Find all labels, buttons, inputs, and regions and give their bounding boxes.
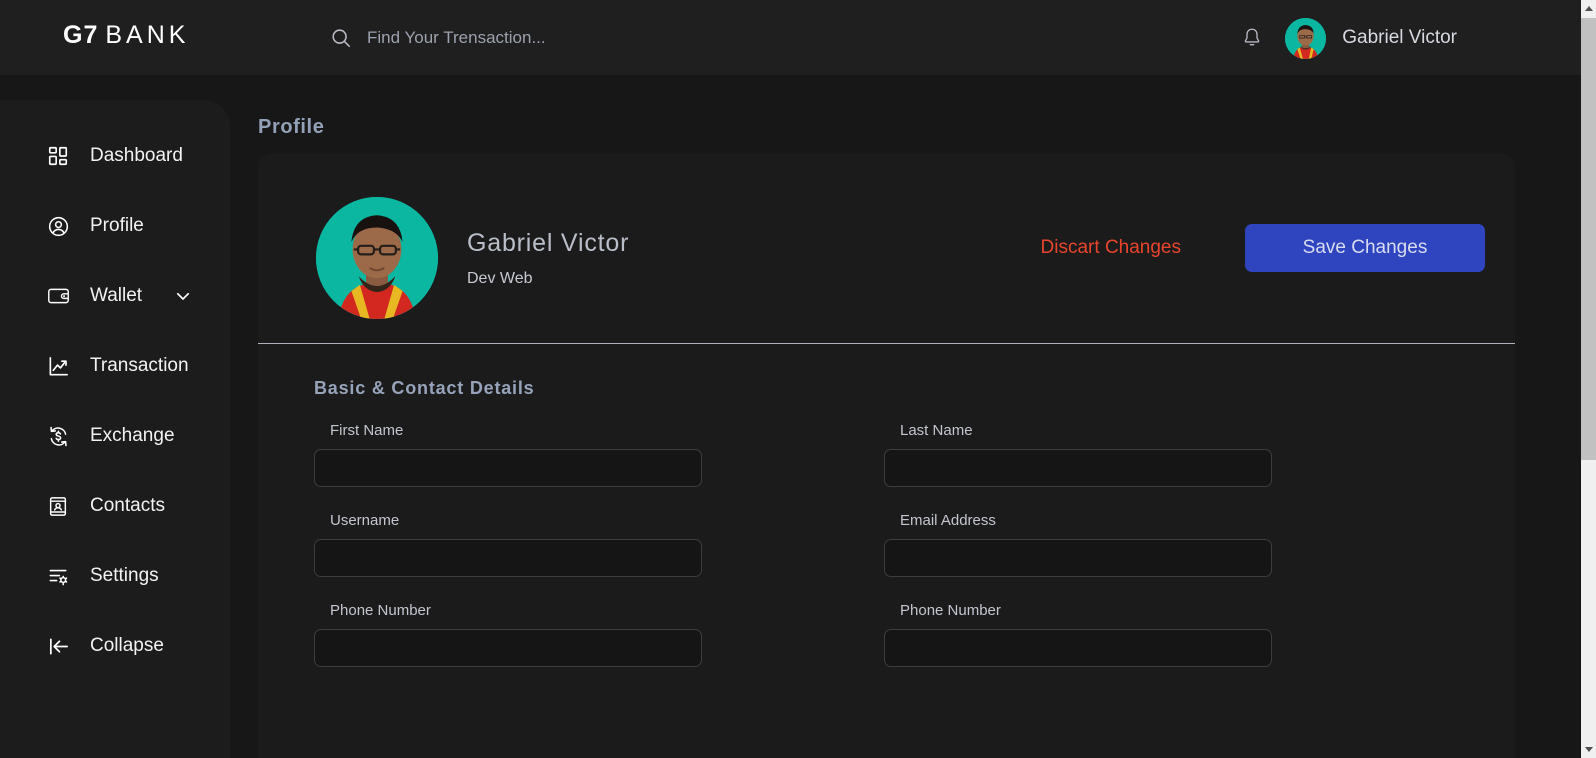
user-circle-icon: [46, 214, 70, 238]
sidebar-item-label: Wallet: [90, 285, 143, 306]
brand-mark: G7: [63, 21, 99, 49]
profile-avatar-image: [316, 197, 438, 319]
page-title: Profile: [258, 116, 325, 138]
field-label: Phone Number: [900, 602, 1001, 619]
sidebar-item-settings[interactable]: Settings: [0, 550, 230, 602]
email-address-input[interactable]: [884, 539, 1272, 577]
discard-changes-button[interactable]: Discart Changes: [1031, 229, 1191, 267]
scrollbar-down-arrow-icon[interactable]: [1581, 741, 1596, 758]
sidebar-item-exchange[interactable]: Exchange: [0, 410, 230, 462]
brand-logo[interactable]: G7 BANK: [63, 21, 189, 50]
sliders-gear-icon: [46, 564, 70, 588]
save-changes-button[interactable]: Save Changes: [1245, 224, 1485, 272]
contact-card-icon: [46, 494, 70, 518]
first-name-input[interactable]: [314, 449, 702, 487]
page-scrollbar[interactable]: [1581, 0, 1596, 758]
profile-name: Gabriel Victor: [467, 229, 630, 257]
sidebar-item-label: Dashboard: [90, 145, 183, 166]
field-username: Username: [314, 512, 702, 577]
sidebar-item-label: Contacts: [90, 495, 165, 516]
last-name-input[interactable]: [884, 449, 1272, 487]
sidebar-item-dashboard[interactable]: Dashboard: [0, 130, 230, 182]
sidebar-item-profile[interactable]: Profile: [0, 200, 230, 252]
avatar[interactable]: [1285, 17, 1327, 59]
top-header: G7 BANK Find Your Trensaction... Gabriel…: [0, 0, 1581, 75]
field-phone-number-left: Phone Number: [314, 602, 702, 667]
search-bar[interactable]: [330, 23, 797, 53]
profile-role: Dev Web: [467, 270, 533, 287]
scrollbar-thumb[interactable]: [1581, 18, 1596, 460]
sidebar-item-label: Profile: [90, 215, 144, 236]
app-window: G7 BANK Find Your Trensaction... Gabriel…: [0, 0, 1596, 758]
grid-dashboard-icon: [46, 144, 70, 168]
notifications-button[interactable]: [1237, 23, 1267, 53]
trend-up-chart-icon: [46, 354, 70, 378]
field-label: Username: [330, 512, 400, 529]
section-title: Basic & Contact Details: [314, 378, 535, 398]
profile-actions: Discart Changes Save Changes: [1031, 224, 1485, 272]
bell-icon: [1242, 27, 1262, 49]
sidebar-item-collapse[interactable]: Collapse: [0, 620, 230, 672]
sidebar-item-label: Collapse: [90, 635, 164, 656]
phone-number-input-right[interactable]: [884, 629, 1272, 667]
profile-card: Gabriel Victor Dev Web Discart Changes S…: [258, 153, 1515, 758]
header-username: Gabriel Victor: [1342, 27, 1457, 48]
card-divider: [258, 343, 1515, 344]
field-email-address: Email Address: [884, 512, 1459, 577]
field-label: Phone Number: [330, 602, 431, 619]
search-icon: [330, 27, 352, 49]
sidebar-item-transaction[interactable]: Transaction: [0, 340, 230, 392]
profile-avatar[interactable]: [316, 197, 438, 319]
header-user-area: Gabriel Victor: [1237, 14, 1457, 62]
sidebar-item-label: Settings: [90, 565, 159, 586]
field-first-name: First Name: [314, 422, 702, 487]
sidebar-item-label: Exchange: [90, 425, 175, 446]
avatar-image: [1285, 17, 1327, 59]
arrow-left-to-line-icon: [46, 634, 70, 658]
wallet-icon: [46, 284, 70, 308]
sidebar-item-wallet[interactable]: Wallet: [0, 270, 230, 322]
scrollbar-up-arrow-icon[interactable]: [1581, 0, 1596, 17]
field-last-name: Last Name: [884, 422, 1459, 487]
brand-word: BANK: [105, 21, 190, 49]
search-input[interactable]: [367, 28, 797, 48]
sidebar-item-contacts[interactable]: Contacts: [0, 480, 230, 532]
basic-contact-details-section: Basic & Contact Details First Name Last …: [258, 378, 1515, 692]
username-input[interactable]: [314, 539, 702, 577]
sidebar: Dashboard Profile Wallet Transaction Exc…: [0, 100, 230, 758]
field-label: Last Name: [900, 422, 973, 439]
currency-exchange-icon: [46, 424, 70, 448]
main-content: Profile Gabriel Victor Dev Web Discart C…: [230, 75, 1581, 758]
phone-number-input-left[interactable]: [314, 629, 702, 667]
chevron-down-icon[interactable]: [174, 287, 192, 305]
profile-card-header: Gabriel Victor Dev Web Discart Changes S…: [258, 153, 1515, 344]
field-label: First Name: [330, 422, 404, 439]
field-label: Email Address: [900, 512, 996, 529]
profile-identity: Gabriel Victor Dev Web: [467, 228, 629, 288]
profile-form-grid: First Name Last Name Username Email Addr…: [314, 422, 1459, 692]
field-phone-number-right: Phone Number: [884, 602, 1459, 667]
sidebar-item-label: Transaction: [90, 355, 189, 376]
